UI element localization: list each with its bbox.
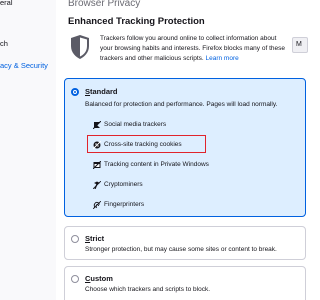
sidebar-item-general[interactable]: eral [0,0,13,7]
etp-heading: Enhanced Tracking Protection [68,16,205,27]
strict-radio[interactable] [71,235,79,243]
etp-description: Trackers follow you around online to col… [100,34,286,64]
custom-title: Custom [85,274,113,283]
social-tracker-icon [93,121,101,129]
tracker-item-tracking-content: Tracking content in Private Windows [93,159,209,171]
sidebar: eral ch acy & Security [0,0,56,300]
main-content: Browser Privacy Enhanced Tracking Protec… [56,0,308,300]
option-standard[interactable]: Standard Balanced for protection and per… [64,78,306,217]
sidebar-item-search[interactable]: ch [0,39,8,48]
manage-exceptions-button[interactable]: M [292,37,308,53]
page-title: Browser Privacy [68,0,141,9]
tracker-item-fingerprinters: Fingerprinters [93,199,144,211]
tracking-content-icon [93,161,101,169]
strict-title: Strict [85,234,105,243]
cryptominer-icon [93,181,101,189]
tracker-item-social-media: Social media trackers [93,119,166,131]
custom-description: Choose which trackers and scripts to blo… [85,286,210,293]
strict-description: Stronger protection, but may cause some … [85,246,277,253]
fingerprinter-icon [93,201,101,209]
cross-site-cookies-highlight [87,135,206,153]
custom-radio[interactable] [71,275,79,283]
learn-more-link[interactable]: Learn more [206,55,239,62]
tracker-item-cryptominers: Cryptominers [93,179,143,191]
etp-description-text: Trackers follow you around online to col… [100,35,285,62]
sidebar-item-privacy-security[interactable]: acy & Security [0,61,48,70]
option-strict[interactable]: Strict Stronger protection, but may caus… [64,226,306,260]
standard-description: Balanced for protection and performance.… [85,101,278,108]
shield-icon [71,35,89,59]
standard-radio[interactable] [71,88,79,96]
standard-title: Standard [85,87,118,96]
option-custom[interactable]: Custom Choose which trackers and scripts… [64,266,306,300]
